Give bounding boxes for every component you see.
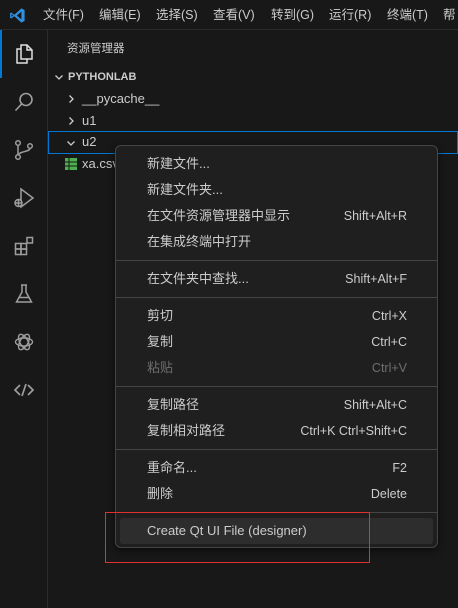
menu-file[interactable]: 文件(F) (43, 0, 84, 30)
explorer-icon (16, 44, 33, 64)
ctx-rename[interactable]: 重命名... F2 (120, 455, 433, 481)
chevron-down-icon (55, 75, 63, 80)
sidebar-title: 资源管理器 (67, 43, 125, 55)
menu-view[interactable]: 查看(V) (213, 0, 255, 30)
workspace-section-header[interactable]: PYTHONLAB (53, 66, 453, 88)
activity-extensions[interactable] (0, 222, 48, 270)
ctx-cut[interactable]: 剪切 Ctrl+X (120, 303, 433, 329)
menu-edit[interactable]: 编辑(E) (99, 0, 141, 30)
tree-item-label: xa.csv (82, 156, 119, 171)
ctx-find-in-folder[interactable]: 在文件夹中查找... Shift+Alt+F (120, 266, 433, 292)
ctx-item-label: 在集成终端中打开 (147, 234, 252, 249)
ctx-item-label: 在文件资源管理器中显示 (147, 208, 291, 223)
run-debug-icon (14, 187, 35, 209)
chevron-right-icon (69, 95, 74, 103)
csv-file-icon (65, 158, 77, 170)
ctx-paste: 粘贴 Ctrl+V (120, 355, 433, 381)
ctx-shortcut: Delete (370, 487, 407, 501)
ctx-new-file[interactable]: 新建文件... (120, 151, 433, 177)
menu-help[interactable]: 帮 (443, 0, 456, 30)
tree-item-pycache[interactable]: __pycache__ (48, 88, 458, 110)
activity-bar (0, 30, 48, 608)
menu-separator (116, 260, 437, 261)
vscode-logo-icon (10, 8, 25, 23)
ctx-item-label: 复制相对路径 (147, 423, 226, 438)
ctx-item-label: 复制 (147, 334, 174, 349)
vscode-window: 文件(F) 编辑(E) 选择(S) 查看(V) 转到(G) 运行(R) 终端(T… (0, 0, 458, 608)
ctx-shortcut: F2 (392, 461, 407, 475)
tree-item-label: u1 (82, 113, 97, 128)
ctx-shortcut: Ctrl+X (371, 309, 407, 323)
tree-item-label: u2 (82, 134, 97, 149)
activity-openai[interactable] (0, 318, 48, 366)
ctx-copy-relative-path[interactable]: 复制相对路径 Ctrl+K Ctrl+Shift+C (120, 418, 433, 444)
ctx-shortcut: Ctrl+V (371, 361, 407, 375)
ctx-shortcut: Shift+Alt+C (343, 398, 407, 412)
ctx-shortcut: Ctrl+K Ctrl+Shift+C (300, 424, 407, 438)
menu-run[interactable]: 运行(R) (329, 0, 371, 30)
activity-remote[interactable] (0, 366, 48, 414)
ctx-item-label: 删除 (147, 486, 174, 501)
menu-separator (116, 449, 437, 450)
ctx-item-label: 新建文件... (147, 156, 210, 171)
extensions-icon (14, 236, 34, 256)
search-icon (14, 92, 33, 112)
openai-icon (14, 333, 34, 351)
menu-go[interactable]: 转到(G) (271, 0, 314, 30)
ctx-item-label: 复制路径 (147, 397, 200, 412)
ctx-shortcut: Ctrl+C (371, 335, 407, 349)
menu-selection[interactable]: 选择(S) (156, 0, 198, 30)
remote-icon (13, 383, 35, 397)
activity-run-debug[interactable] (0, 174, 48, 222)
testing-icon (15, 284, 33, 303)
tree-item-u1[interactable]: u1 (48, 110, 458, 132)
ctx-shortcut: Shift+Alt+R (343, 209, 407, 223)
ctx-item-label: 粘贴 (147, 360, 174, 375)
ctx-item-label: 剪切 (147, 308, 174, 323)
ctx-open-in-terminal[interactable]: 在集成终端中打开 (120, 229, 433, 255)
active-indicator (0, 30, 2, 78)
ctx-new-folder[interactable]: 新建文件夹... (120, 177, 433, 203)
ctx-item-label: 新建文件夹... (147, 182, 223, 197)
ctx-delete[interactable]: 删除 Delete (120, 481, 433, 507)
activity-search[interactable] (0, 78, 48, 126)
ctx-shortcut: Shift+Alt+F (345, 272, 407, 286)
activity-testing[interactable] (0, 270, 48, 318)
chevron-down-icon (67, 141, 75, 146)
activity-source-control[interactable] (0, 126, 48, 174)
annotation-highlight-box (105, 512, 370, 563)
context-menu: 新建文件... 新建文件夹... 在文件资源管理器中显示 Shift+Alt+R… (115, 145, 438, 548)
title-bar: 文件(F) 编辑(E) 选择(S) 查看(V) 转到(G) 运行(R) 终端(T… (0, 0, 458, 30)
tree-item-label: __pycache__ (82, 91, 160, 106)
menu-separator (116, 386, 437, 387)
ctx-item-label: 在文件夹中查找... (147, 271, 249, 286)
source-control-icon (14, 139, 34, 161)
ctx-reveal-in-explorer[interactable]: 在文件资源管理器中显示 Shift+Alt+R (120, 203, 433, 229)
ctx-copy[interactable]: 复制 Ctrl+C (120, 329, 433, 355)
menu-terminal[interactable]: 终端(T) (387, 0, 428, 30)
menu-separator (116, 297, 437, 298)
chevron-right-icon (69, 117, 74, 125)
ctx-item-label: 重命名... (147, 460, 197, 475)
workspace-name: PYTHONLAB (68, 71, 137, 83)
ctx-copy-path[interactable]: 复制路径 Shift+Alt+C (120, 392, 433, 418)
activity-explorer[interactable] (0, 30, 48, 78)
